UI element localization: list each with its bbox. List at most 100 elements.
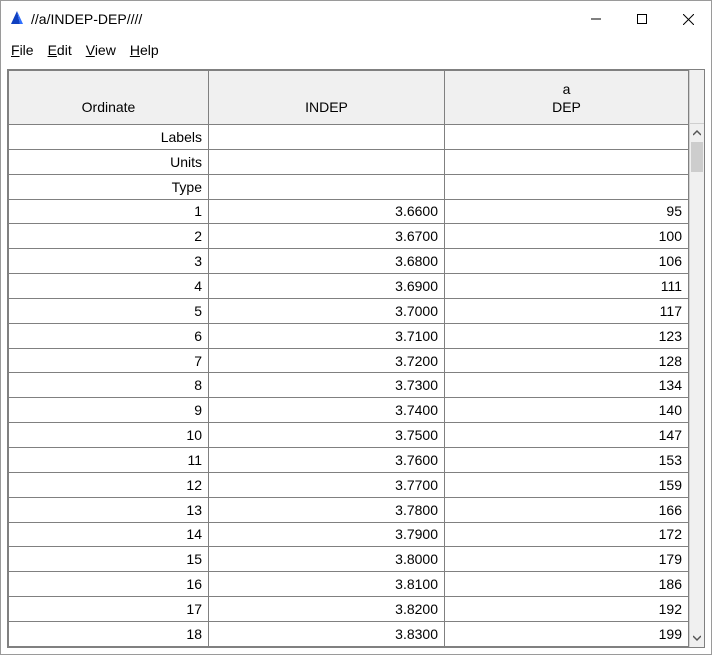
dep-cell[interactable]: 106: [445, 249, 689, 274]
ordinate-cell[interactable]: 15: [9, 547, 209, 572]
table-row: 73.7200128: [9, 348, 689, 373]
ordinate-cell[interactable]: 5: [9, 298, 209, 323]
scroll-up-button[interactable]: [690, 124, 704, 142]
column-header-row: Ordinate INDEP a DEP: [9, 71, 689, 125]
scroll-down-button[interactable]: [690, 629, 704, 647]
ordinate-cell[interactable]: 4: [9, 274, 209, 299]
data-grid[interactable]: Ordinate INDEP a DEP Labels: [7, 69, 705, 648]
indep-cell[interactable]: 3.7100: [209, 323, 445, 348]
dep-cell[interactable]: 100: [445, 224, 689, 249]
menubar: File Edit View Help: [1, 37, 711, 63]
cell[interactable]: [209, 149, 445, 174]
dep-cell[interactable]: 186: [445, 572, 689, 597]
ordinate-cell[interactable]: 3: [9, 249, 209, 274]
meta-row-labels: Labels: [9, 125, 689, 150]
table-row: 103.7500147: [9, 423, 689, 448]
dep-cell[interactable]: 128: [445, 348, 689, 373]
column-header-dep[interactable]: a DEP: [445, 71, 689, 125]
close-button[interactable]: [665, 1, 711, 37]
table-row: 123.7700159: [9, 472, 689, 497]
app-icon: [9, 10, 25, 29]
table-row: 163.8100186: [9, 572, 689, 597]
dep-cell[interactable]: 179: [445, 547, 689, 572]
table-row: 143.7900172: [9, 522, 689, 547]
table-row: 113.7600153: [9, 447, 689, 472]
dep-cell[interactable]: 134: [445, 373, 689, 398]
ordinate-cell[interactable]: 18: [9, 621, 209, 646]
table-row: 23.6700100: [9, 224, 689, 249]
column-header-ordinate[interactable]: Ordinate: [9, 71, 209, 125]
cell[interactable]: [209, 125, 445, 150]
indep-cell[interactable]: 3.7800: [209, 497, 445, 522]
dep-cell[interactable]: 147: [445, 423, 689, 448]
dep-cell[interactable]: 140: [445, 398, 689, 423]
ordinate-cell[interactable]: 8: [9, 373, 209, 398]
indep-cell[interactable]: 3.7300: [209, 373, 445, 398]
menu-view[interactable]: View: [86, 42, 116, 58]
ordinate-cell[interactable]: 14: [9, 522, 209, 547]
indep-cell[interactable]: 3.7400: [209, 398, 445, 423]
indep-cell[interactable]: 3.8200: [209, 597, 445, 622]
scrollbar-header-spacer: [690, 70, 704, 124]
menu-file[interactable]: File: [11, 42, 34, 58]
column-header-indep[interactable]: INDEP: [209, 71, 445, 125]
menu-help[interactable]: Help: [130, 42, 159, 58]
indep-cell[interactable]: 3.7600: [209, 447, 445, 472]
indep-cell[interactable]: 3.8000: [209, 547, 445, 572]
ordinate-cell[interactable]: 9: [9, 398, 209, 423]
indep-cell[interactable]: 3.7200: [209, 348, 445, 373]
app-window: //a/INDEP-DEP//// File Edit View Help: [0, 0, 712, 655]
cell[interactable]: [445, 174, 689, 199]
dep-cell[interactable]: 192: [445, 597, 689, 622]
minimize-button[interactable]: [573, 1, 619, 37]
cell[interactable]: [209, 174, 445, 199]
scrollbar-thumb[interactable]: [691, 142, 703, 172]
vertical-scrollbar[interactable]: [689, 70, 704, 647]
dep-cell[interactable]: 153: [445, 447, 689, 472]
dep-cell[interactable]: 117: [445, 298, 689, 323]
ordinate-cell[interactable]: 12: [9, 472, 209, 497]
dep-cell[interactable]: 159: [445, 472, 689, 497]
meta-label: Labels: [9, 125, 209, 150]
ordinate-cell[interactable]: 1: [9, 199, 209, 224]
indep-cell[interactable]: 3.7700: [209, 472, 445, 497]
indep-cell[interactable]: 3.6800: [209, 249, 445, 274]
table-row: 153.8000179: [9, 547, 689, 572]
table-row: 63.7100123: [9, 323, 689, 348]
dep-cell[interactable]: 95: [445, 199, 689, 224]
ordinate-cell[interactable]: 11: [9, 447, 209, 472]
indep-cell[interactable]: 3.7900: [209, 522, 445, 547]
titlebar[interactable]: //a/INDEP-DEP////: [1, 1, 711, 37]
dep-cell[interactable]: 166: [445, 497, 689, 522]
dep-cell[interactable]: 111: [445, 274, 689, 299]
maximize-button[interactable]: [619, 1, 665, 37]
meta-label: Units: [9, 149, 209, 174]
ordinate-cell[interactable]: 17: [9, 597, 209, 622]
table-row: 13.660095: [9, 199, 689, 224]
ordinate-cell[interactable]: 13: [9, 497, 209, 522]
ordinate-cell[interactable]: 7: [9, 348, 209, 373]
ordinate-cell[interactable]: 10: [9, 423, 209, 448]
dep-cell[interactable]: 172: [445, 522, 689, 547]
dep-cell[interactable]: 123: [445, 323, 689, 348]
ordinate-cell[interactable]: 2: [9, 224, 209, 249]
ordinate-cell[interactable]: 16: [9, 572, 209, 597]
scrollbar-track[interactable]: [690, 142, 704, 629]
window-title: //a/INDEP-DEP////: [31, 11, 142, 27]
indep-cell[interactable]: 3.6700: [209, 224, 445, 249]
cell[interactable]: [445, 149, 689, 174]
window-controls: [573, 1, 711, 37]
menu-edit[interactable]: Edit: [48, 42, 72, 58]
indep-cell[interactable]: 3.6900: [209, 274, 445, 299]
dep-cell[interactable]: 199: [445, 621, 689, 646]
indep-cell[interactable]: 3.8300: [209, 621, 445, 646]
column-header-dep-top: a: [563, 81, 571, 97]
cell[interactable]: [445, 125, 689, 150]
titlebar-left: //a/INDEP-DEP////: [9, 10, 142, 29]
meta-label: Type: [9, 174, 209, 199]
ordinate-cell[interactable]: 6: [9, 323, 209, 348]
indep-cell[interactable]: 3.6600: [209, 199, 445, 224]
indep-cell[interactable]: 3.8100: [209, 572, 445, 597]
indep-cell[interactable]: 3.7000: [209, 298, 445, 323]
indep-cell[interactable]: 3.7500: [209, 423, 445, 448]
